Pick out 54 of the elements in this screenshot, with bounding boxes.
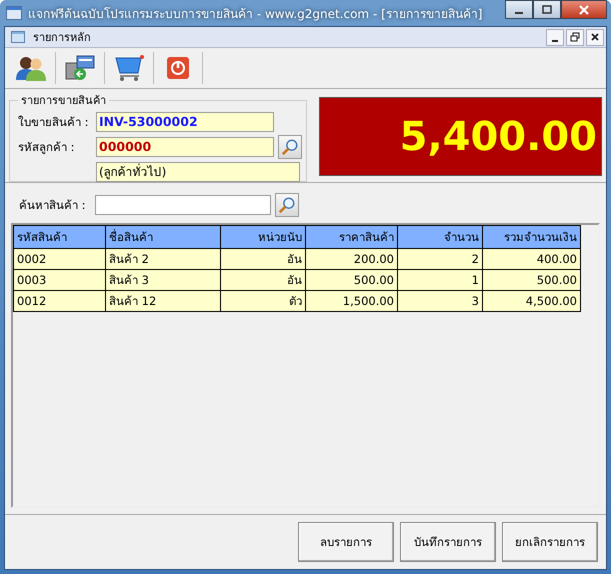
action-button[interactable]: ยกเลิกรายการ <box>502 522 598 562</box>
restore-button[interactable] <box>566 28 584 46</box>
search-field[interactable] <box>95 195 271 215</box>
child-window-title: รายการหลัก <box>33 30 91 46</box>
restore-icon <box>570 32 580 42</box>
maximize-icon <box>541 4 553 14</box>
table-cell: ตัว <box>220 290 306 312</box>
table-cell: 500.00 <box>306 270 398 290</box>
column-header[interactable]: จำนวน <box>398 226 482 248</box>
close-icon <box>578 4 590 14</box>
table-cell: 2 <box>398 248 482 270</box>
search-icon[interactable] <box>278 134 302 158</box>
close-icon <box>590 32 600 42</box>
column-header[interactable]: ชื่อสินค้า <box>106 226 220 248</box>
total-display: 5,400.00 <box>319 97 602 176</box>
table-cell: 0003 <box>14 270 106 290</box>
group-title: รายการขายสินค้า <box>20 93 107 109</box>
column-header[interactable]: รวมจำนวนเงิน <box>482 226 580 248</box>
table-cell: สินค้า 3 <box>106 270 220 290</box>
table-cell: สินค้า 2 <box>106 248 220 270</box>
window-title: แจกฟรีต้นฉบับโปรแกรมระบบการขายสินค้า - www.g2gnet.com - [รายการขายสินค้า] <box>28 6 482 22</box>
customer-code-field[interactable]: 000000 <box>96 136 274 156</box>
search-label: ค้นหาสินค้า : <box>19 197 87 214</box>
minimize-icon <box>515 12 523 14</box>
app-icon <box>6 6 22 20</box>
table-cell: 400.00 <box>482 248 580 270</box>
minimize-button[interactable] <box>546 28 564 46</box>
table-cell: 0002 <box>14 248 106 270</box>
column-header[interactable]: หน่วยนับ <box>220 226 306 248</box>
table-cell: 1,500.00 <box>306 290 398 312</box>
minimize-button[interactable] <box>505 0 533 19</box>
search-icon[interactable] <box>275 193 299 217</box>
table-cell: 3 <box>398 290 482 312</box>
invoice-label: ใบขายสินค้า : <box>18 114 90 130</box>
table-cell: 4,500.00 <box>482 290 580 312</box>
customer-name-field[interactable]: (ลูกค้าทั่วไป) <box>96 162 300 182</box>
action-button[interactable]: ลบรายการ <box>298 522 394 562</box>
close-button[interactable] <box>586 28 604 46</box>
invoice-field[interactable]: INV-53000002 <box>96 112 274 132</box>
table-cell: 1 <box>398 270 482 290</box>
table-cell: 200.00 <box>306 248 398 270</box>
maximize-button[interactable] <box>533 0 561 19</box>
table-cell: สินค้า 12 <box>106 290 220 312</box>
minimize-icon <box>552 40 558 42</box>
table-cell: 500.00 <box>482 270 580 290</box>
column-header[interactable]: รหัสสินค้า <box>14 226 106 248</box>
window-icon <box>11 31 25 43</box>
table-cell: 0012 <box>14 290 106 312</box>
column-header[interactable]: ราคาสินค้า <box>306 226 398 248</box>
table-cell: อัน <box>220 270 306 290</box>
close-button[interactable] <box>561 0 607 19</box>
action-button[interactable]: บันทึกรายการ <box>400 522 496 562</box>
customer-label: รหัสลูกค้า : <box>18 138 76 156</box>
table-cell: อัน <box>220 248 306 270</box>
